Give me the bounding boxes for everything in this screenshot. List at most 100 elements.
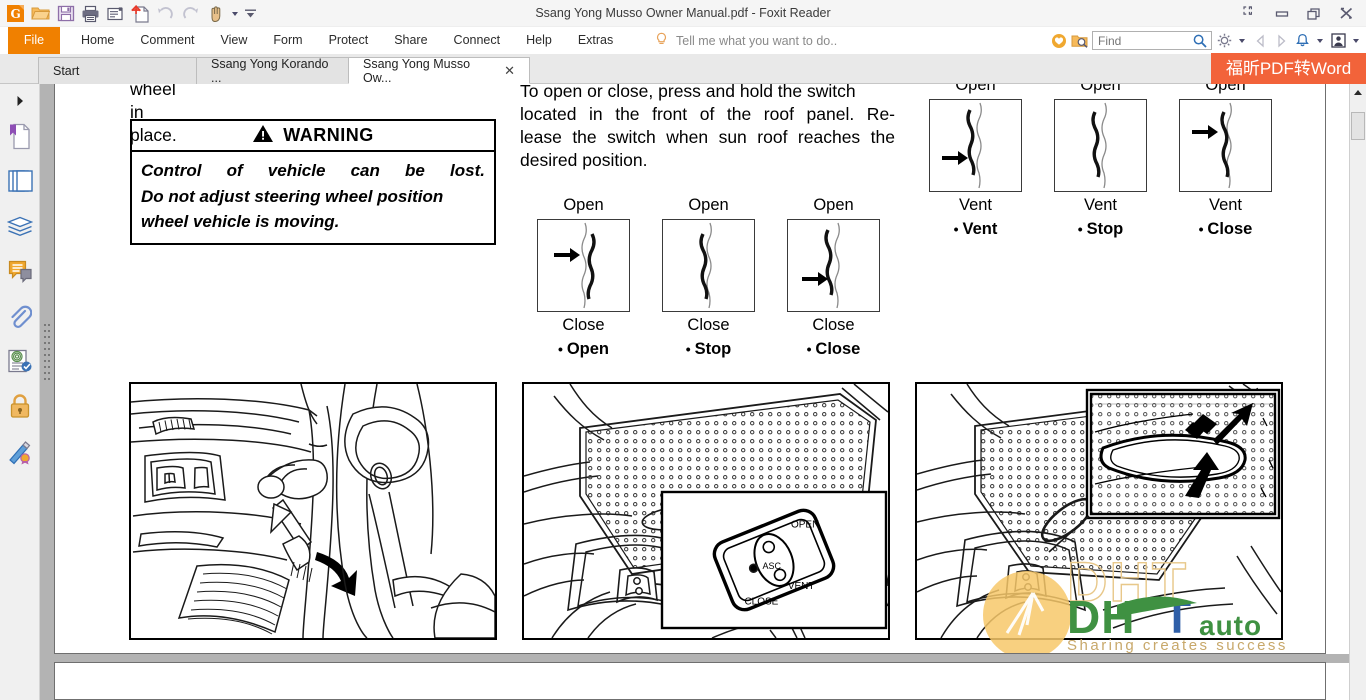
sun-roof-slide-diagrams: Open Close • Open Open Close • Stop Open… [521,196,896,359]
warning-box: WARNING Control of vehicle can be lost. … [130,119,496,245]
menu-extras[interactable]: Extras [565,27,626,54]
svg-text:CLOSE: CLOSE [744,596,778,607]
fullscreen-toggle-button[interactable] [1234,1,1266,27]
menu-help[interactable]: Help [513,27,565,54]
tab-ssang-yong-musso[interactable]: Ssang Yong Musso Ow... ✕ [348,56,530,85]
diagram-open: Open Close • Open [521,196,646,359]
diagram-top-label: Open [1205,84,1246,94]
menu-form[interactable]: Form [260,27,315,54]
undo-icon[interactable] [154,2,177,25]
tab-label: Ssang Yong Musso Ow... [363,56,471,85]
pdf-page-next[interactable] [54,662,1326,700]
scroll-up-button[interactable] [1350,84,1366,101]
diagram-action-label: Close [1207,220,1253,238]
menu-items: Home Comment View Form Protect Share Con… [68,27,626,54]
diagram-action-label: Vent [962,220,998,238]
promo-badge[interactable]: 福昕PDF转Word [1211,53,1366,84]
digital-signature-icon[interactable] [0,429,40,474]
splitter-grip[interactable] [43,324,51,434]
attachments-icon[interactable] [0,294,40,339]
tab-start[interactable]: Start [38,57,200,84]
sun-roof-switch-illustration: OPEN CLOSE VENT ASC [522,382,890,640]
minimize-button[interactable] [1266,1,1298,27]
warning-triangle-icon [252,124,274,148]
security-lock-icon[interactable] [0,384,40,429]
menu-comment[interactable]: Comment [127,27,207,54]
search-folder-icon[interactable] [1071,30,1089,52]
open-icon[interactable] [29,2,52,25]
menu-connect[interactable]: Connect [441,27,514,54]
page-thumbnails-icon[interactable] [0,159,40,204]
svg-text:OPEN: OPEN [791,519,819,530]
diagram-bottom-label: Vent [1208,196,1243,214]
menu-home[interactable]: Home [68,27,127,54]
chevron-left-icon[interactable] [1251,30,1269,52]
foxit-logo-icon[interactable]: G [4,2,27,25]
customize-toolbar-icon[interactable] [243,2,257,25]
diagram-action: • Open [558,340,609,358]
tab-ssang-yong-korando[interactable]: Ssang Yong Korando ... [196,57,354,85]
diagram-action-label: Stop [694,340,732,358]
arrow-up-icon [1354,90,1362,95]
paragraph-line-3: lease the switch when sun roof reaches t… [520,127,895,148]
tab-close-icon[interactable]: ✕ [504,63,515,79]
layers-icon[interactable] [0,204,40,249]
tab-label: Ssang Yong Korando ... [211,57,329,85]
diagram-top-label: Open [563,196,604,214]
chevron-right-icon[interactable] [1272,30,1290,52]
warning-body: Control of vehicle can be lost. Do not a… [132,152,494,243]
comments-icon[interactable] [0,249,40,294]
diagram-action-label: Open [566,340,609,358]
gear-dropdown-icon[interactable] [1236,30,1248,52]
save-icon[interactable] [54,2,77,25]
diagram-top-label: Open [688,196,729,214]
tell-me-label: Tell me what you want to do.. [676,33,838,48]
diagram-bottom-label: Close [812,316,855,334]
svg-text:ASC: ASC [763,561,782,571]
user-account-icon[interactable] [1329,30,1347,52]
menu-bar: File Home Comment View Form Protect Shar… [0,27,1366,54]
heart-icon[interactable] [1050,30,1068,52]
search-input[interactable] [1098,33,1190,48]
diagram-bottom-label: Vent [1083,196,1118,214]
paragraph-line-1: To open or close, press and hold the swi… [520,84,856,101]
hand-tool-icon[interactable] [204,2,227,25]
panel-splitter[interactable] [40,84,54,700]
pdf-page[interactable]: wheel in place. WARNING Control of vehic… [54,84,1326,654]
diagram-stop: Open Close • Stop [646,196,771,359]
vertical-scrollbar[interactable] [1349,84,1366,700]
tell-me-search[interactable]: Tell me what you want to do.. [655,27,837,54]
expand-panel-arrow-icon[interactable] [0,90,40,112]
menu-protect[interactable]: Protect [316,27,382,54]
search-box[interactable] [1092,31,1212,50]
close-button[interactable] [1330,1,1362,27]
bookmarks-icon[interactable] [0,114,40,159]
diagram-action-label: Stop [1086,220,1124,238]
diagram-action: • Close [1198,220,1253,238]
bell-dropdown-icon[interactable] [1314,30,1326,52]
lightbulb-icon [655,32,668,50]
email-icon[interactable] [104,2,127,25]
hand-tool-dropdown-icon[interactable] [229,2,241,25]
bell-icon[interactable] [1293,30,1311,52]
diagram-panel [662,219,755,312]
redo-icon[interactable] [179,2,202,25]
warning-line-2: Do not adjust steering wheel position [141,186,444,206]
diagram-top-label: Open [813,196,854,214]
stamps-icon[interactable] [0,339,40,384]
menu-view[interactable]: View [208,27,261,54]
restore-button[interactable] [1298,1,1330,27]
diagram-top-label: Open [1080,84,1121,94]
menu-file[interactable]: File [8,27,60,54]
menu-share[interactable]: Share [381,27,440,54]
print-icon[interactable] [79,2,102,25]
vertical-scroll-thumb[interactable] [1351,112,1365,140]
menu-right-tools [1050,27,1362,54]
diagram-top-label: Open [955,84,996,94]
new-blank-icon[interactable] [129,2,152,25]
account-dropdown-icon[interactable] [1350,30,1362,52]
paragraph-line-4: desired position. [520,150,648,171]
diagram-action: • Stop [1077,220,1124,238]
search-icon[interactable] [1193,34,1207,53]
gear-icon[interactable] [1215,30,1233,52]
